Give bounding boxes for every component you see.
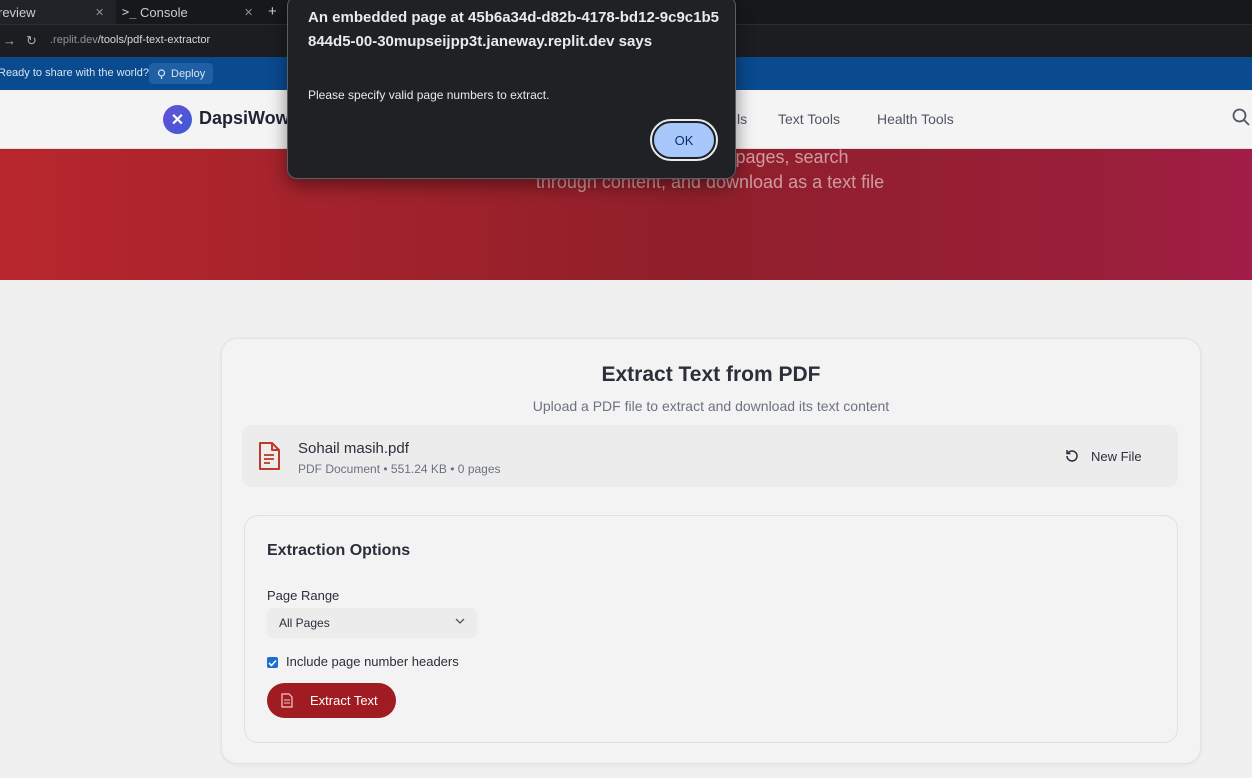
- page-range-label: Page Range: [267, 588, 340, 603]
- nav-item-tools[interactable]: ls: [737, 111, 747, 127]
- pdf-extractor-card: Extract Text from PDF Upload a PDF file …: [221, 338, 1201, 764]
- extract-text-button[interactable]: Extract Text: [267, 683, 396, 718]
- new-tab-icon[interactable]: +: [268, 0, 277, 24]
- reset-icon: [1066, 450, 1078, 462]
- deploy-icon: [157, 68, 166, 79]
- chevron-down-icon: [455, 618, 465, 624]
- extraction-options-heading: Extraction Options: [267, 542, 411, 559]
- new-file-label: New File: [1091, 448, 1142, 464]
- uploaded-file-row: Sohail masih.pdf PDF Document • 551.24 K…: [242, 425, 1178, 487]
- new-file-button[interactable]: New File: [1065, 445, 1142, 467]
- extract-text-label: Extract Text: [310, 693, 378, 708]
- file-name: Sohail masih.pdf: [298, 440, 409, 457]
- include-headers-checkbox[interactable]: [267, 657, 278, 668]
- tab-console[interactable]: >_ Console ✕: [116, 0, 266, 24]
- include-headers-label[interactable]: Include page number headers: [286, 654, 459, 669]
- page-range-select[interactable]: All Pages: [267, 608, 477, 638]
- file-meta: PDF Document • 551.24 KB • 0 pages: [298, 462, 501, 476]
- search-icon[interactable]: [1232, 108, 1250, 126]
- deploy-label: Deploy: [171, 67, 206, 80]
- ok-label: OK: [654, 123, 714, 157]
- tab-label: review: [0, 4, 36, 20]
- reload-icon[interactable]: ↻: [26, 33, 37, 49]
- pdf-file-icon: [259, 442, 280, 470]
- close-tab-icon[interactable]: ✕: [95, 6, 104, 19]
- url-path: /tools/pdf-text-extractor: [97, 34, 211, 46]
- url-field[interactable]: .replit.dev/tools/pdf-text-extractor: [50, 34, 210, 46]
- dialog-title: An embedded page at 45b6a34d-d82b-4178-b…: [308, 9, 719, 50]
- nav-item-text-tools[interactable]: Text Tools: [778, 111, 840, 127]
- terminal-icon: >_: [122, 5, 137, 19]
- logo-text[interactable]: DapsiWow: [199, 108, 290, 129]
- forward-icon[interactable]: →: [3, 33, 16, 48]
- page-title: Extract Text from PDF: [601, 363, 821, 386]
- page-range-value: All Pages: [279, 616, 330, 630]
- url-domain: .replit.dev: [50, 34, 98, 46]
- alert-dialog: An embedded page at 45b6a34d-d82b-4178-b…: [287, 0, 736, 179]
- ok-button[interactable]: OK: [650, 119, 718, 161]
- close-tab-icon[interactable]: ✕: [244, 6, 253, 19]
- logo-icon[interactable]: ✕: [163, 105, 192, 134]
- tab-preview[interactable]: review ✕: [0, 0, 116, 24]
- document-icon: [281, 693, 293, 708]
- extraction-options-panel: Extraction Options Page Range All Pages …: [244, 515, 1178, 743]
- checkmark-icon: [268, 659, 277, 667]
- tab-label: Console: [140, 4, 188, 20]
- page-subtitle: Upload a PDF file to extract and downloa…: [532, 398, 890, 414]
- deploy-message: Ready to share with the world?: [0, 67, 150, 79]
- nav-item-health-tools[interactable]: Health Tools: [877, 111, 954, 127]
- deploy-button[interactable]: Deploy: [149, 63, 214, 84]
- dialog-message: Please specify valid page numbers to ext…: [308, 88, 550, 102]
